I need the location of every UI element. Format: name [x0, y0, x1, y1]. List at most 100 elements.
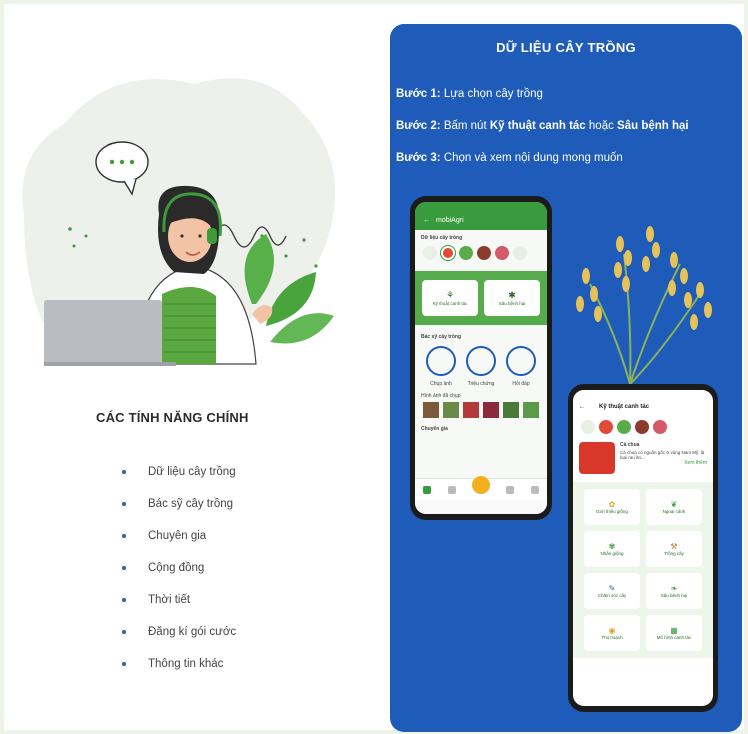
crop-name: Cà chua	[620, 442, 640, 448]
bullet-icon	[122, 502, 126, 506]
bullet-icon	[122, 470, 126, 474]
symptom-icon	[466, 346, 496, 376]
photo-thumbnail[interactable]	[483, 402, 499, 418]
doctor-action[interactable]: Triệu chứng	[466, 346, 496, 387]
phone-screen: ← mobiAgri Dữ liệu cây trồng ⚘ Kỹ thuật …	[415, 202, 547, 514]
section-crop-data: Dữ liệu cây trồng	[421, 235, 463, 241]
phone-screen: ← Kỹ thuật canh tác Cà chua Cà chua có n…	[573, 390, 713, 706]
crop-option-selected[interactable]	[441, 246, 455, 260]
cultivation-tech-button[interactable]: ⚘ Kỹ thuật canh tác	[422, 280, 478, 316]
panel-title: DỮ LIỆU CÂY TRỒNG	[496, 40, 636, 55]
feature-item: Cộng đồng	[122, 552, 236, 584]
bullet-icon	[122, 566, 126, 570]
page-frame: CÁC TÍNH NĂNG CHÍNH Dữ liệu cây trồng Bá…	[4, 4, 744, 732]
crop-option[interactable]	[495, 246, 509, 260]
section-plant-doctor: Bác sỹ cây trồng	[421, 334, 462, 340]
pests-button[interactable]: ✱ Sâu bệnh hại	[484, 280, 540, 316]
basket-icon: ◉	[608, 626, 616, 635]
phone-mockup-home: ← mobiAgri Dữ liệu cây trồng ⚘ Kỹ thuật …	[410, 196, 552, 520]
doctor-action[interactable]: Chụp ảnh	[426, 346, 456, 387]
crop-option[interactable]	[423, 246, 437, 260]
tile-pests[interactable]: ❧ Sâu bệnh hại	[646, 573, 702, 609]
crop-option[interactable]	[635, 420, 649, 434]
feature-item: Chuyên gia	[122, 520, 236, 552]
photo-thumbnail[interactable]	[423, 402, 439, 418]
bullet-icon	[122, 630, 126, 634]
back-icon[interactable]: ←	[423, 217, 430, 224]
photo-thumbnail[interactable]	[523, 402, 539, 418]
nav-icon[interactable]	[447, 485, 456, 494]
system-nav-bar	[415, 500, 547, 514]
crop-option[interactable]	[653, 420, 667, 434]
step-2: Bước 2: Bấm nút Kỹ thuật canh tác hoặc S…	[396, 120, 689, 132]
tile-farming-model[interactable]: ▦ Mô hình canh tác	[646, 615, 702, 651]
tomato-image	[579, 442, 615, 474]
status-bar	[415, 202, 547, 210]
support-agent-illustration	[22, 78, 336, 366]
step-3: Bước 3: Chọn và xem nội dung mong muốn	[396, 152, 623, 164]
section-experts: Chuyên gia	[421, 426, 448, 432]
features-list: Dữ liệu cây trồng Bác sỹ cây trồng Chuyê…	[122, 456, 236, 680]
field-icon: ▦	[670, 626, 678, 635]
step-1: Bước 1: Lựa chọn cây trồng	[396, 88, 543, 100]
bug-icon: ✱	[508, 290, 516, 300]
crop-description: Cà chua có nguồn gốc ở vùng Nam Mỹ, là l…	[620, 450, 705, 460]
crop-option[interactable]	[459, 246, 473, 260]
seedling-icon: ⚘	[445, 290, 455, 300]
crop-option[interactable]	[617, 420, 631, 434]
features-title: CÁC TÍNH NĂNG CHÍNH	[96, 410, 249, 425]
section-photos: Hình ảnh đã chụp	[421, 393, 461, 399]
photo-thumbnail[interactable]	[503, 402, 519, 418]
nav-icon[interactable]	[530, 485, 539, 494]
back-icon[interactable]: ←	[579, 404, 585, 410]
crop-data-panel: DỮ LIỆU CÂY TRỒNG Bước 1: Lựa chọn cây t…	[390, 24, 742, 732]
bottom-nav	[415, 475, 547, 500]
photo-thumbnail[interactable]	[443, 402, 459, 418]
photo-thumbnail[interactable]	[463, 402, 479, 418]
feature-item: Dữ liệu cây trồng	[122, 456, 236, 488]
bullet-icon	[122, 598, 126, 602]
bullet-icon	[122, 534, 126, 538]
tile-propagation[interactable]: ✾ Nhân giống	[584, 531, 640, 567]
doctor-action[interactable]: Hỏi đáp	[506, 346, 536, 387]
spray-icon: ✎	[608, 584, 616, 593]
tile-harvest[interactable]: ◉ Thu hoạch	[584, 615, 640, 651]
home-nav-icon[interactable]	[423, 485, 432, 494]
leaf-bug-icon: ❧	[670, 584, 678, 593]
screen-title: Kỹ thuật canh tác	[599, 404, 650, 410]
crop-selector	[573, 416, 713, 438]
app-header: ← mobiAgri	[415, 210, 547, 230]
feature-item: Thông tin khác	[122, 648, 236, 680]
see-more-link[interactable]: Xem thêm	[620, 460, 707, 466]
tile-environment[interactable]: ❦ Ngoại cảnh	[646, 489, 702, 525]
photo-thumbnails	[421, 402, 541, 418]
crop-option[interactable]	[477, 246, 491, 260]
seedling-icon: ✾	[608, 542, 616, 551]
bullet-icon	[122, 662, 126, 666]
crop-option[interactable]	[581, 420, 595, 434]
center-nav-button[interactable]	[471, 475, 490, 494]
question-icon	[506, 346, 536, 376]
shovel-icon: ⚒	[670, 542, 678, 551]
crop-info-card: Cà chua Cà chua có nguồn gốc ở vùng Nam …	[573, 438, 713, 478]
rice-plant-illustration	[576, 226, 712, 384]
doctor-actions: Chụp ảnh Triệu chứng Hỏi đáp	[421, 346, 541, 387]
seed-icon: ✿	[608, 500, 616, 509]
camera-icon	[426, 346, 456, 376]
nav-icon[interactable]	[506, 485, 515, 494]
sprout-icon: ❦	[670, 500, 678, 509]
screen-header: ← Kỹ thuật canh tác	[573, 398, 713, 416]
tile-care[interactable]: ✎ Chăm sóc cây	[584, 573, 640, 609]
tile-variety-intro[interactable]: ✿ Giới thiệu giống	[584, 489, 640, 525]
crop-selector	[421, 246, 541, 260]
crop-option[interactable]	[513, 246, 527, 260]
feature-item: Thời tiết	[122, 584, 236, 616]
status-bar	[573, 390, 713, 398]
feature-item: Đăng kí gói cước	[122, 616, 236, 648]
crop-option-selected[interactable]	[599, 420, 613, 434]
phone-mockup-cultivation: ← Kỹ thuật canh tác Cà chua Cà chua có n…	[568, 384, 718, 712]
tile-planting[interactable]: ⚒ Trồng cây	[646, 531, 702, 567]
feature-item: Bác sỹ cây trồng	[122, 488, 236, 520]
cultivation-grid: ✿ Giới thiệu giống ❦ Ngoại cảnh ✾ Nhân giốn…	[573, 482, 713, 658]
app-name: mobiAgri	[436, 216, 464, 224]
